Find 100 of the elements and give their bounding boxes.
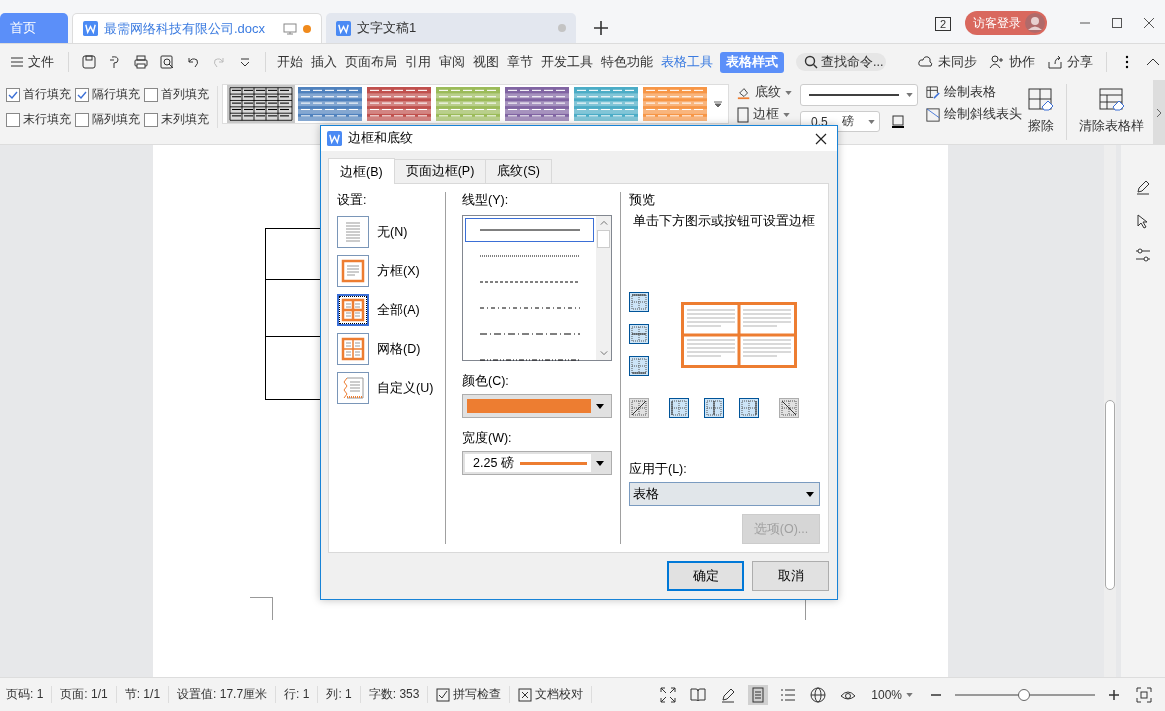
border-preview[interactable] <box>681 302 797 368</box>
fill-option[interactable]: 首列填充 <box>144 86 209 103</box>
draw-table-button[interactable]: 绘制表格 <box>926 84 1022 101</box>
fill-option[interactable]: 末列填充 <box>144 111 209 128</box>
checkbox[interactable] <box>75 87 89 102</box>
checkbox[interactable] <box>6 87 20 102</box>
menu-tab[interactable]: 表格工具 <box>658 51 716 73</box>
search-icon <box>804 55 818 69</box>
fit-page-icon[interactable] <box>1134 684 1154 705</box>
spell-check-button[interactable]: 拼写检查 <box>436 686 511 703</box>
border-bottom-button[interactable] <box>629 356 649 376</box>
menu-tab[interactable]: 章节 <box>504 51 536 73</box>
status-item: 列: 1 <box>326 686 361 703</box>
menu-icon <box>10 55 24 69</box>
caret-icon <box>867 119 875 124</box>
checkbox[interactable] <box>6 112 20 127</box>
window-count[interactable]: 2 <box>934 17 951 31</box>
file-menu[interactable]: 文件 <box>10 53 54 71</box>
draw-diagonal-button[interactable]: 绘制斜线表头 <box>926 106 1022 123</box>
fill-option[interactable]: 首行填充 <box>6 86 71 103</box>
chevron-right-icon <box>1156 107 1162 118</box>
grid-border-icon <box>341 337 365 361</box>
clear-style-button[interactable]: 清除表格样 <box>1079 88 1144 135</box>
pen-color-icon[interactable] <box>889 113 906 130</box>
gallery-dropdown-icon[interactable] <box>714 100 722 108</box>
grid-setting-button[interactable] <box>337 333 369 365</box>
color-dropdown[interactable] <box>462 394 612 418</box>
search-field[interactable]: 查找命令... <box>796 53 886 71</box>
border-top-button[interactable] <box>629 292 649 312</box>
all-border-icon <box>341 298 365 322</box>
line-style-list[interactable] <box>462 215 612 361</box>
menu-tab[interactable]: 引用 <box>402 51 434 73</box>
custom-setting-button[interactable] <box>337 372 369 404</box>
preview-label: 预览 <box>629 192 656 209</box>
print-icon[interactable] <box>133 54 149 70</box>
border-diag-up-button[interactable] <box>629 398 649 418</box>
menu-tab[interactable]: 视图 <box>470 51 502 73</box>
dialog-tab[interactable]: 边框(B) <box>328 158 395 184</box>
caret-icon <box>785 90 792 95</box>
doc-check-button[interactable]: 文档校对 <box>518 686 593 703</box>
page-view-icon[interactable] <box>748 684 769 705</box>
eraser-icon <box>1098 88 1125 114</box>
border-button[interactable]: 边框 <box>737 106 792 123</box>
cancel-button[interactable]: 取消 <box>752 561 829 591</box>
zoom-dropdown[interactable]: 100% <box>871 687 913 702</box>
menu-tab[interactable]: 页面布局 <box>342 51 400 73</box>
menu-tab[interactable]: 审阅 <box>436 51 468 73</box>
add-user-icon <box>989 54 1005 70</box>
box-setting-button[interactable] <box>337 255 369 287</box>
line-style-dropdown[interactable] <box>800 84 918 106</box>
checkbox[interactable] <box>144 87 158 102</box>
close-icon[interactable] <box>815 132 827 145</box>
apply-to-dropdown[interactable]: 表格 <box>629 482 820 506</box>
line-sample-icon <box>479 306 580 310</box>
caret-icon <box>596 460 604 466</box>
setting-label: 无(N) <box>377 223 408 241</box>
close-icon[interactable] <box>1143 17 1155 29</box>
line-style-option[interactable] <box>465 218 594 242</box>
new-tab-icon[interactable] <box>594 21 608 35</box>
monitor-icon[interactable] <box>283 21 297 36</box>
shading-button[interactable]: 底纹 <box>737 84 792 101</box>
erase-button[interactable]: 擦除 <box>1028 88 1054 135</box>
width-dropdown[interactable]: 2.25 磅 <box>462 451 612 475</box>
border-left-button[interactable] <box>669 398 689 418</box>
scrollbar[interactable] <box>1104 145 1116 677</box>
share-button[interactable]: 分享 <box>1047 53 1093 71</box>
collab-button[interactable]: 协作 <box>989 53 1035 71</box>
paint-bucket-icon <box>737 85 751 100</box>
maximize-icon[interactable] <box>1111 17 1123 29</box>
globe-icon[interactable] <box>808 684 829 705</box>
document-tab[interactable]: 最需网络科技有限公司.docx <box>72 13 322 43</box>
fullscreen-icon[interactable] <box>658 684 679 705</box>
check-icon <box>436 687 451 702</box>
none-setting-button[interactable] <box>337 216 369 248</box>
border-inside-h-button[interactable] <box>629 324 649 344</box>
save-icon[interactable] <box>81 54 97 70</box>
fill-option[interactable]: 隔列填充 <box>75 111 140 128</box>
sync-button[interactable]: 未同步 <box>918 53 977 71</box>
fill-option[interactable]: 末行填充 <box>6 111 71 128</box>
border-right-button[interactable] <box>739 398 759 418</box>
status-item: 节: 1/1 <box>124 686 170 703</box>
print-preview-icon[interactable] <box>159 54 175 70</box>
fill-option[interactable]: 隔行填充 <box>75 86 140 103</box>
pen-icon[interactable] <box>1135 179 1151 195</box>
menu-tab[interactable]: 特色功能 <box>598 51 656 73</box>
ok-button[interactable]: 确定 <box>667 561 744 591</box>
dialog-tab[interactable]: 底纹(S) <box>485 159 552 183</box>
menu-tab[interactable]: 开发工具 <box>538 51 596 73</box>
all-setting-button[interactable] <box>337 294 369 326</box>
border-diag-down-button[interactable] <box>779 398 799 418</box>
border-inside-v-button[interactable] <box>704 398 724 418</box>
document-tab[interactable]: 文字文稿1 <box>326 13 576 43</box>
sliders-icon[interactable] <box>1135 247 1151 263</box>
scroll-thumb[interactable] <box>597 230 610 248</box>
scrollbar[interactable] <box>596 216 611 360</box>
checkbox[interactable] <box>75 112 89 127</box>
menu-tab[interactable]: 插入 <box>308 51 340 73</box>
checkbox[interactable] <box>144 112 158 127</box>
diagonal-cell-icon <box>926 107 940 122</box>
menu-tab[interactable]: 开始 <box>274 51 306 73</box>
